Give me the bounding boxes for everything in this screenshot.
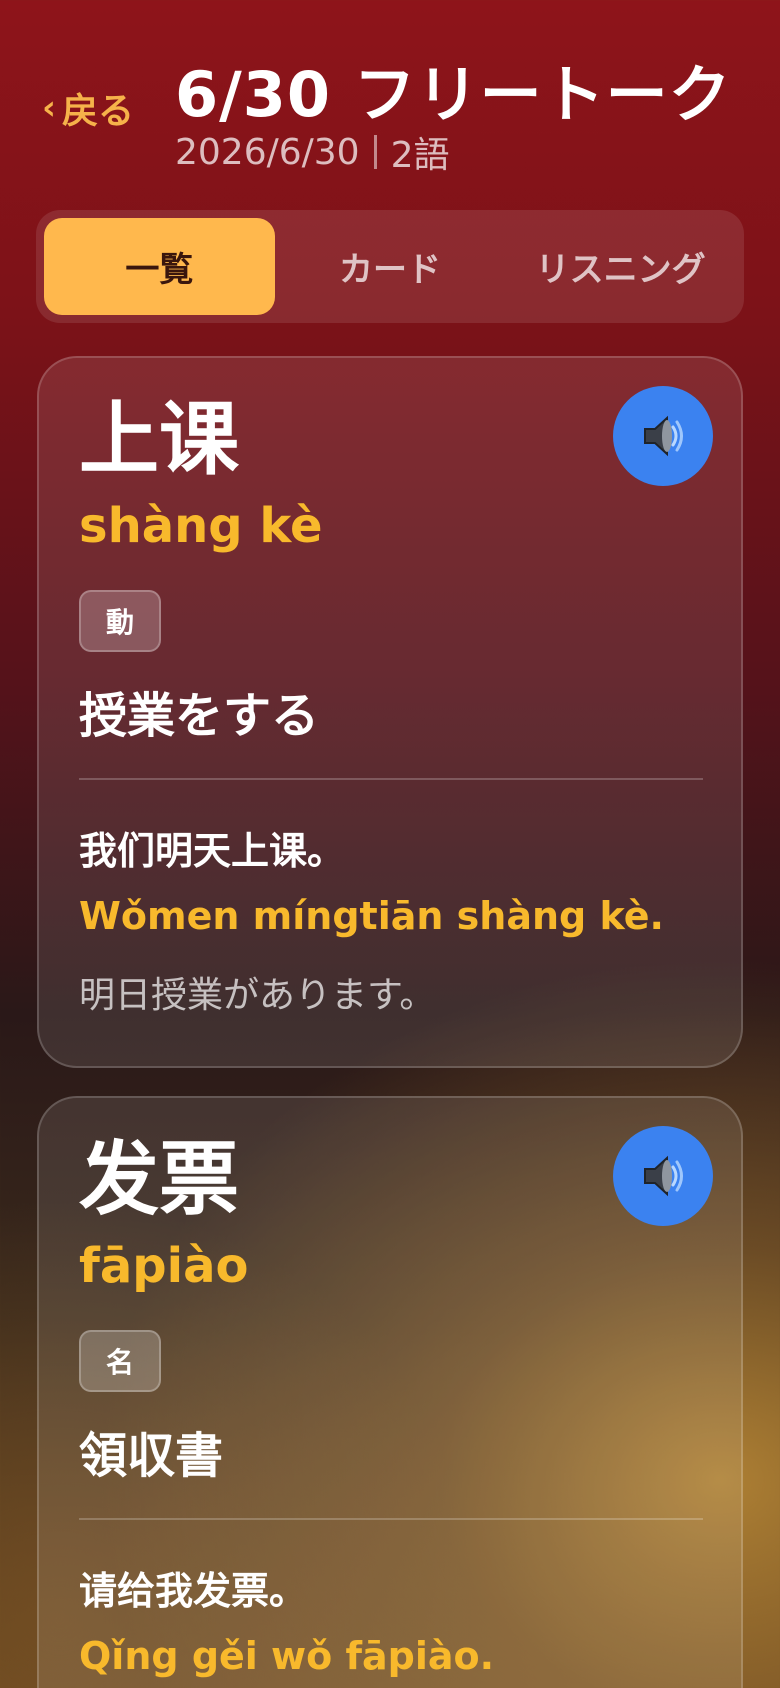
view-tabs: 一覧 カード リスニング (36, 210, 744, 323)
chevron-left-icon: ‹ (42, 88, 57, 128)
tab-listening[interactable]: リスニング (505, 218, 736, 315)
tab-list[interactable]: 一覧 (44, 218, 275, 315)
vocab-word: 上课 (79, 393, 239, 486)
speak-button[interactable] (613, 1126, 713, 1226)
example-chinese: 请给我发票。 (79, 1569, 308, 1613)
tab-cards[interactable]: カード (275, 218, 506, 315)
part-of-speech-badge: 動 (79, 590, 161, 652)
example-pinyin: Wǒmen míngtiān shàng kè. (79, 894, 664, 938)
example-chinese: 我们明天上课。 (79, 829, 346, 873)
card-divider (79, 1518, 703, 1520)
vocab-meaning: 領収書 (79, 1428, 224, 1484)
speaker-icon (644, 415, 683, 457)
back-button[interactable]: ‹ 戻る (42, 82, 134, 134)
card-divider (79, 778, 703, 780)
vocab-pinyin: fāpiào (79, 1238, 249, 1294)
vocab-pinyin: shàng kè (79, 498, 323, 554)
example-pinyin: Qǐng gěi wǒ fāpiào. (79, 1634, 495, 1678)
speak-button[interactable] (613, 386, 713, 486)
vocab-card: 上课 shàng kè 動 授業をする 我们明天上课。 Wǒmen míngti… (37, 356, 743, 1068)
speaker-icon (644, 1155, 683, 1197)
session-date: 2026/6/30 (175, 131, 360, 173)
vocab-word: 发票 (79, 1133, 239, 1226)
subtitle-divider (373, 135, 377, 169)
header: ‹ 戻る 6/30 フリートーク 2026/6/30 2語 (0, 0, 780, 190)
part-of-speech-badge: 名 (79, 1330, 161, 1392)
word-count: 2語 (390, 135, 450, 176)
vocab-card: 发票 fāpiào 名 領収書 请给我发票。 Qǐng gěi wǒ fāpià… (37, 1096, 743, 1688)
example-japanese: 明日授業があります。 (79, 975, 436, 1016)
page-subtitle: 2026/6/30 2語 (175, 126, 450, 178)
vocab-meaning: 授業をする (79, 688, 320, 744)
page-title: 6/30 フリートーク (175, 58, 732, 131)
back-label: 戻る (62, 91, 135, 132)
